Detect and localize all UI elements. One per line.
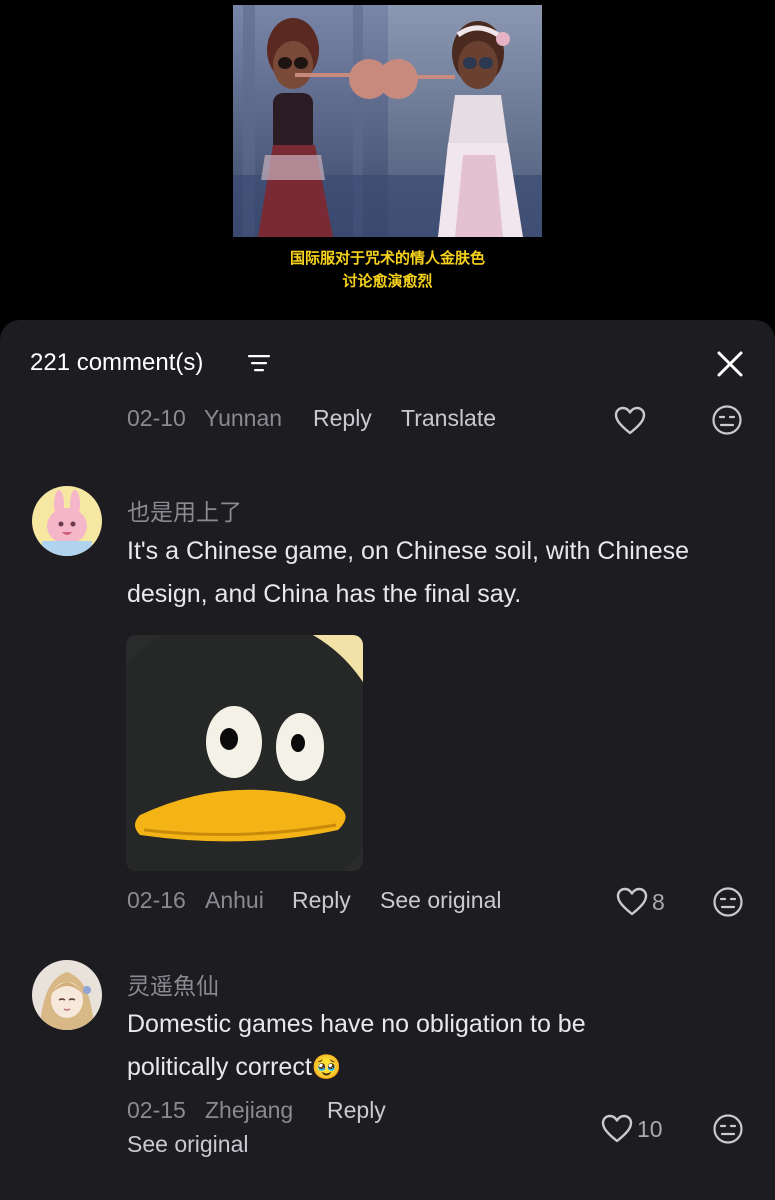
like-button[interactable]: 10 bbox=[601, 1114, 663, 1144]
dislike-icon[interactable] bbox=[711, 404, 743, 436]
comment-username[interactable]: 也是用上了 bbox=[127, 493, 242, 527]
comment-text-container: Domestic games have no obligation to be … bbox=[127, 1003, 687, 1089]
like-count: 8 bbox=[652, 888, 665, 915]
heart-icon bbox=[614, 406, 646, 435]
like-button[interactable] bbox=[614, 406, 646, 436]
video-player[interactable]: 国际服对于咒术的情人金肤色 讨论愈演愈烈 bbox=[0, 0, 775, 320]
heart-icon bbox=[601, 1114, 633, 1143]
comments-header: 221 comment(s) bbox=[0, 320, 775, 400]
comment-username[interactable]: 灵遥魚仙 bbox=[127, 967, 219, 1001]
video-thumbnail bbox=[233, 5, 542, 237]
comment-location: Yunnan bbox=[204, 405, 283, 431]
like-button[interactable]: 8 bbox=[616, 887, 665, 917]
comment-sticker-image[interactable] bbox=[126, 635, 363, 871]
comment-text: Domestic games have no obligation to be … bbox=[127, 1010, 586, 1081]
dislike-icon[interactable] bbox=[712, 886, 744, 918]
reply-button[interactable]: Reply bbox=[313, 405, 372, 432]
see-original-button[interactable]: See original bbox=[380, 887, 501, 914]
pleading-emoji: 🥹 bbox=[311, 1054, 342, 1081]
dislike-icon[interactable] bbox=[712, 1113, 744, 1145]
heart-icon bbox=[616, 887, 648, 916]
comment-date: 02-10 bbox=[127, 405, 186, 431]
reply-button[interactable]: Reply bbox=[292, 887, 351, 914]
translate-button[interactable]: Translate bbox=[401, 405, 496, 432]
comment-location: Anhui bbox=[205, 887, 264, 913]
sort-icon[interactable] bbox=[248, 353, 270, 373]
reply-button[interactable]: Reply bbox=[327, 1097, 386, 1124]
comment-date: 02-15 bbox=[127, 1097, 186, 1123]
comments-sheet: 221 comment(s) 02-10 Yunnan Reply Transl… bbox=[0, 320, 775, 1200]
comment-count: 221 comment(s) bbox=[30, 349, 204, 376]
avatar[interactable] bbox=[32, 486, 102, 556]
like-count: 10 bbox=[637, 1115, 663, 1142]
comment-location: Zhejiang bbox=[205, 1097, 294, 1123]
video-caption-line-1: 国际服对于咒术的情人金肤色 bbox=[289, 250, 485, 267]
see-original-button[interactable]: See original bbox=[127, 1131, 248, 1158]
avatar[interactable] bbox=[32, 960, 102, 1030]
comment-date: 02-16 bbox=[127, 887, 186, 913]
close-icon[interactable] bbox=[712, 346, 748, 382]
comment-text: It's a Chinese game, on Chinese soil, wi… bbox=[127, 537, 690, 608]
video-caption-line-2: 讨论愈演愈烈 bbox=[342, 273, 433, 290]
